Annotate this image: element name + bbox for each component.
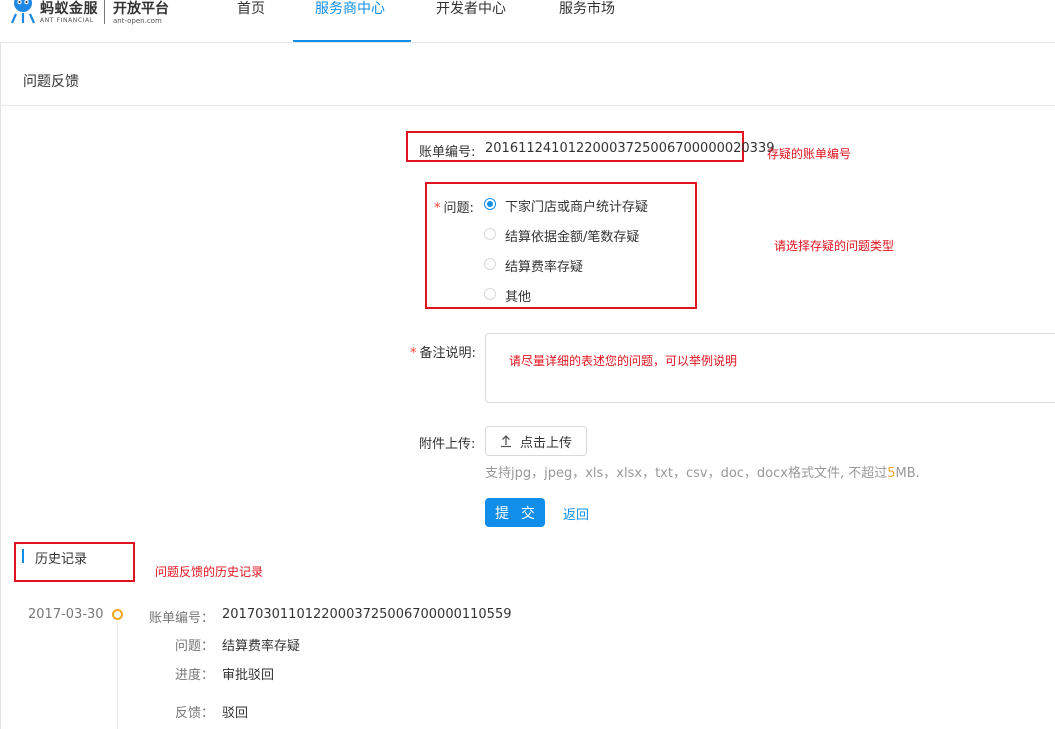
remark-label: * 备注说明:: [410, 342, 476, 361]
remark-label-text: 备注说明:: [419, 346, 476, 361]
nav-item-service-market[interactable]: 服务市场: [559, 0, 615, 18]
content-left-border: [0, 43, 1, 729]
upload-icon: [501, 435, 511, 448]
history-feedback-value: 驳回: [222, 706, 249, 721]
upload-button-label: 点击上传: [520, 436, 573, 451]
bill-number-label: 账单编号:: [419, 145, 476, 160]
radio-icon[interactable]: [484, 198, 496, 210]
radio-option-label: 结算费率存疑: [505, 260, 584, 275]
nav-item-developer-center[interactable]: 开发者中心: [436, 0, 506, 18]
radio-icon[interactable]: [484, 258, 496, 270]
back-link[interactable]: 返回: [563, 504, 589, 523]
question-label: * 问题:: [434, 197, 474, 216]
attachment-label: 附件上传:: [419, 437, 476, 452]
ant-logo-icon: [10, 0, 36, 24]
header-divider: [0, 42, 1055, 43]
radio-option-label: 其他: [505, 290, 532, 305]
timeline-dot: [112, 609, 123, 620]
history-question-label: 问题：: [175, 639, 215, 654]
radio-option-store-stats[interactable]: 下家门店或商户统计存疑: [484, 194, 684, 215]
annotation-history: 问题反馈的历史记录: [155, 565, 264, 579]
nav-item-service-provider-center[interactable]: 服务商中心: [315, 0, 385, 18]
history-date: 2017-03-30: [28, 607, 104, 622]
timeline-line: [117, 621, 118, 729]
upload-button[interactable]: 点击上传: [485, 426, 587, 456]
submit-button[interactable]: 提 交: [485, 498, 545, 527]
bill-number-value: 20161124101220003725006700000020339: [485, 141, 775, 156]
brand-name-en: ANT FINANCIAL: [40, 17, 94, 24]
radio-option-other[interactable]: 其他: [484, 284, 684, 305]
upload-hint-text: 支持jpg，jpeg，xls，xlsx，txt，csv，doc，docx格式文件…: [485, 466, 888, 481]
required-mark: *: [410, 346, 417, 361]
annotation-bill: 存疑的账单编号: [767, 147, 852, 161]
upload-hint: 支持jpg，jpeg，xls，xlsx，txt，csv，doc，docx格式文件…: [485, 462, 920, 481]
history-title: 历史记录: [35, 552, 88, 567]
platform-name: 开放平台: [113, 1, 169, 17]
radio-option-label: 下家门店或商户统计存疑: [505, 200, 649, 215]
radio-icon[interactable]: [484, 228, 496, 240]
history-title-bar: [22, 549, 24, 563]
radio-option-settlement-amount[interactable]: 结算依据金额/笔数存疑: [484, 224, 684, 245]
platform-url: ant-open.com: [113, 17, 162, 25]
required-mark: *: [434, 201, 441, 216]
page-title: 问题反馈: [23, 74, 79, 90]
history-question-value: 结算费率存疑: [222, 639, 301, 654]
question-label-text: 问题:: [443, 201, 474, 216]
radio-option-settlement-rate[interactable]: 结算费率存疑: [484, 254, 684, 275]
radio-icon[interactable]: [484, 288, 496, 300]
annotation-question: 请选择存疑的问题类型: [774, 239, 895, 253]
radio-option-label: 结算依据金额/笔数存疑: [505, 230, 640, 245]
history-bill-value: 20170301101220003725006700000110559: [222, 607, 512, 622]
upload-hint-unit: MB.: [895, 466, 920, 481]
brand-name: 蚂蚁金服: [40, 1, 98, 17]
title-divider: [0, 105, 1055, 106]
history-feedback-label: 反馈：: [175, 706, 215, 721]
nav-item-home[interactable]: 首页: [237, 0, 265, 18]
annotation-remark: 请尽量详细的表述您的问题，可以举例说明: [509, 354, 738, 368]
history-bill-label: 账单编号：: [149, 611, 215, 626]
history-progress-value: 审批驳回: [222, 668, 275, 683]
upload-hint-size: 5: [887, 466, 896, 481]
brand-divider: [104, 0, 105, 24]
history-progress-label: 进度：: [175, 668, 215, 683]
